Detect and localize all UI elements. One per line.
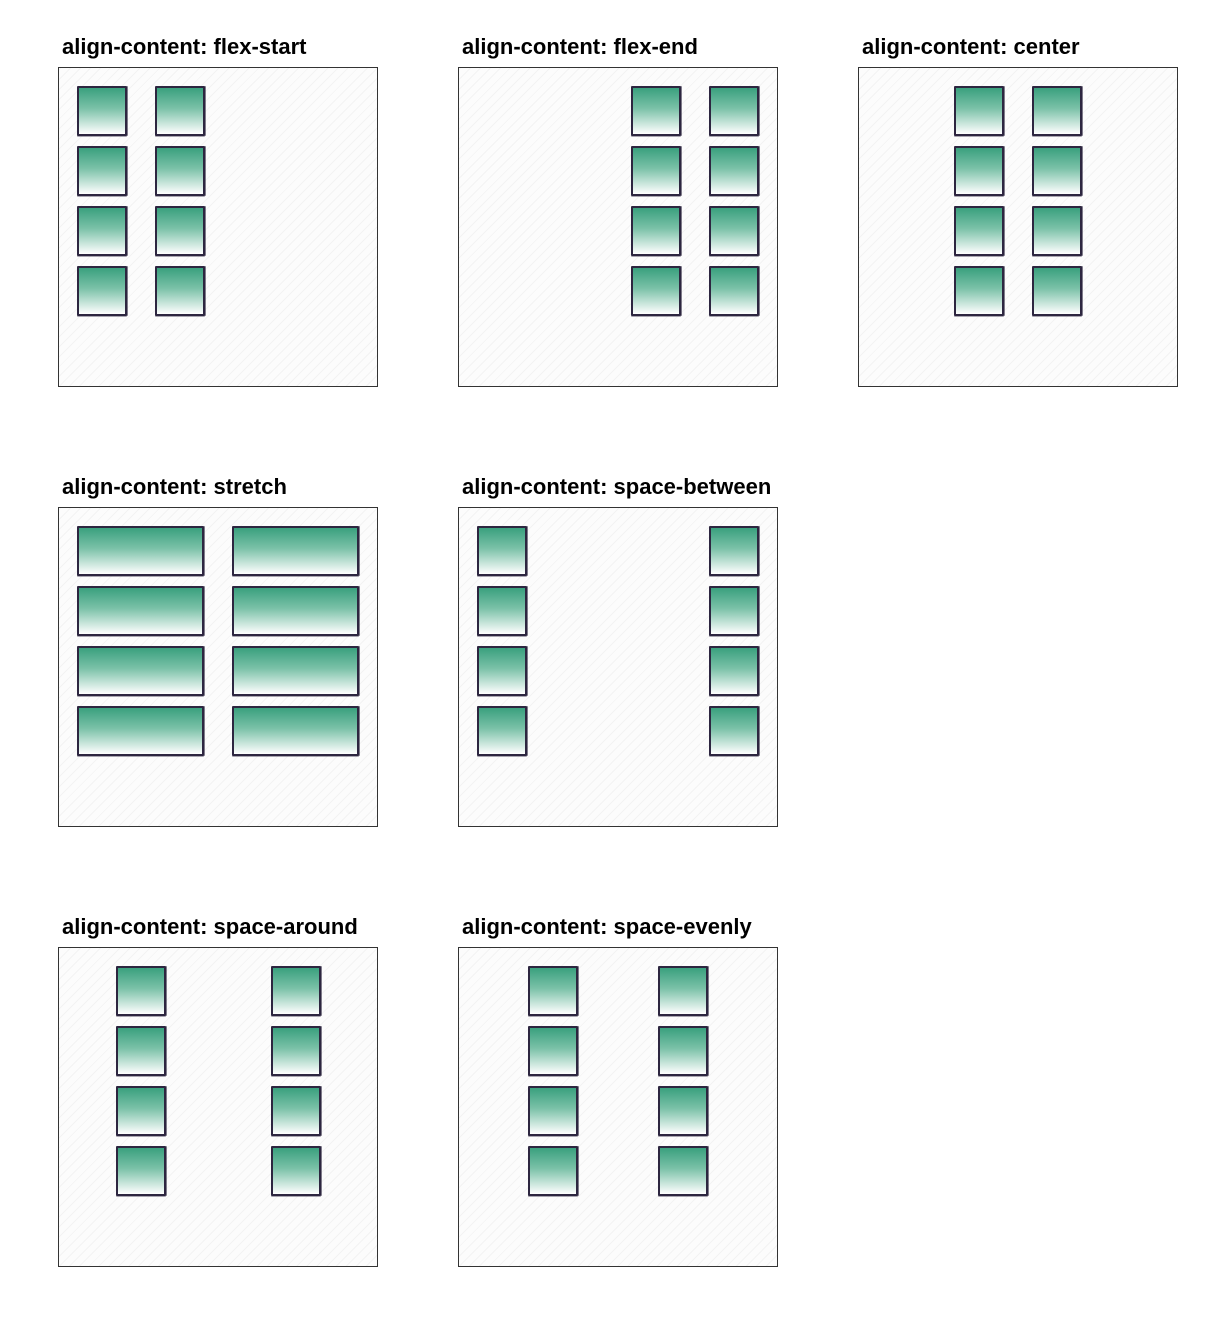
flex-item [1032,86,1082,136]
flex-item [477,526,527,576]
flex-item [709,526,759,576]
flex-item [77,706,204,756]
flex-item [477,646,527,696]
flex-container-flex-end [458,67,778,387]
flex-container-space-around [58,947,378,1267]
flex-item [657,1146,708,1196]
flex-item [657,966,708,1016]
flex-container-center [858,67,1178,387]
flex-item [155,86,205,136]
flex-item [631,266,681,316]
flex-item [528,966,579,1016]
panel-title: align-content: stretch [62,474,287,499]
flex-item [709,146,759,196]
flex-item [1032,206,1082,256]
flex-item [115,966,166,1016]
flex-item [709,646,759,696]
flex-item [232,586,359,636]
flex-item [270,966,321,1016]
flex-item [954,86,1004,136]
flex-item [1032,146,1082,196]
flex-item [270,1086,321,1136]
flex-item [155,146,205,196]
flex-container-space-between [458,507,778,827]
flex-item [709,86,759,136]
flex-item [657,1086,708,1136]
flex-item [954,146,1004,196]
flex-item [528,1086,579,1136]
panel-title: align-content: flex-end [462,34,698,59]
panel-center: align-content: center [858,34,1188,394]
flex-item [477,706,527,756]
flex-item [709,706,759,756]
panel-space-evenly: align-content: space-evenly [458,914,788,1274]
panel-flex-start: align-content: flex-start [58,34,388,394]
flex-item [709,586,759,636]
flex-item [232,646,359,696]
flex-item [115,1086,166,1136]
panel-flex-end: align-content: flex-end [458,34,788,394]
panel-title: align-content: flex-start [62,34,307,59]
panel-space-around: align-content: space-around [58,914,388,1274]
flex-item [528,1146,579,1196]
flex-item [155,206,205,256]
panel-title: align-content: center [862,34,1080,59]
flex-container-space-evenly [458,947,778,1267]
flex-item [77,526,204,576]
flex-item [631,86,681,136]
flex-item [528,1026,579,1076]
panel-title: align-content: space-evenly [462,914,752,939]
flex-container-stretch [58,507,378,827]
panel-stretch: align-content: stretch [58,474,388,834]
flex-container-flex-start [58,67,378,387]
flex-item [270,1026,321,1076]
flex-item [954,266,1004,316]
flex-item [115,1026,166,1076]
flex-item [232,706,359,756]
flex-item [954,206,1004,256]
flex-item [477,586,527,636]
flex-item [709,206,759,256]
flex-item [155,266,205,316]
flex-item [631,206,681,256]
flex-item [657,1026,708,1076]
panel-space-between: align-content: space-between [458,474,788,834]
flex-item [115,1146,166,1196]
flex-item [631,146,681,196]
flex-item [1032,266,1082,316]
flex-item [77,586,204,636]
flex-item [77,206,127,256]
flex-item [77,86,127,136]
panel-title: align-content: space-around [62,914,358,939]
flex-item [270,1146,321,1196]
flex-item [709,266,759,316]
flex-item [232,526,359,576]
panel-title: align-content: space-between [462,474,772,499]
flex-item [77,646,204,696]
flex-item [77,146,127,196]
flex-item [77,266,127,316]
